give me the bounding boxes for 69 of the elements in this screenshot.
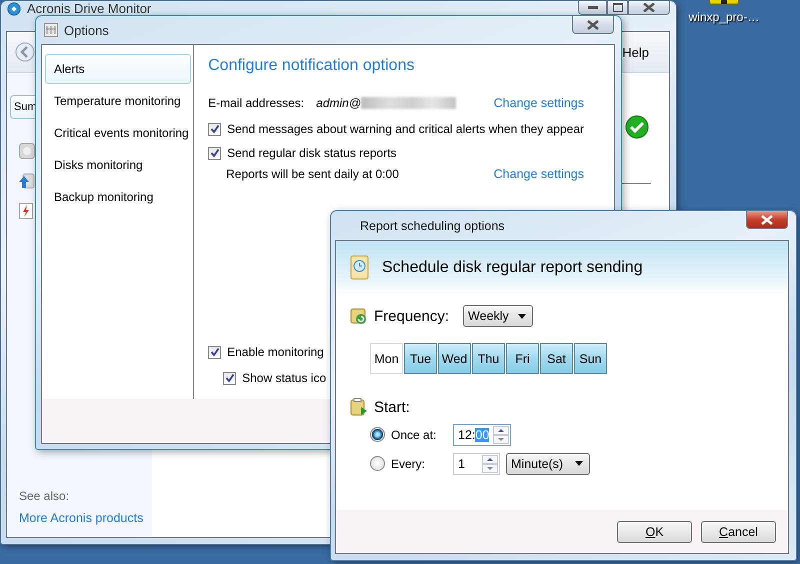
close-button[interactable]: [746, 211, 788, 229]
checkbox-label: Show status ico: [242, 371, 326, 385]
day-toggle[interactable]: Thu: [472, 343, 505, 374]
day-toggle[interactable]: Sat: [540, 343, 573, 374]
maximize-button[interactable]: [607, 1, 628, 15]
spin-buttons[interactable]: [482, 454, 498, 472]
back-button[interactable]: [15, 42, 35, 62]
day-toggle[interactable]: Mon: [370, 343, 403, 374]
minimize-icon: [588, 6, 598, 9]
dialog-title: Report scheduling options: [360, 218, 505, 232]
checkbox[interactable]: [208, 122, 222, 136]
spin-buttons[interactable]: [493, 426, 509, 444]
checkbox[interactable]: [208, 346, 222, 358]
section-heading: Configure notification options: [208, 57, 416, 75]
ok-button[interactable]: OK: [617, 520, 692, 542]
interval-field[interactable]: 1: [453, 452, 500, 474]
radio-button[interactable]: [370, 427, 385, 442]
radio-label: Once at:: [391, 428, 438, 442]
frequency-select[interactable]: Weekly: [463, 305, 534, 327]
close-button[interactable]: [628, 1, 670, 15]
maximize-icon: [612, 3, 622, 12]
dialog-heading: Schedule disk regular report sending: [382, 259, 643, 277]
checkbox-label: Enable monitoring: [227, 345, 324, 359]
start-label: Start:: [374, 398, 410, 416]
check-icon: [625, 115, 649, 139]
clipboard-play-icon: [350, 398, 368, 416]
alert-document-icon[interactable]: [19, 203, 33, 219]
frequency-label: Frequency:: [374, 308, 450, 324]
change-settings-link[interactable]: Change settings: [494, 96, 584, 110]
see-also-label: See also:: [19, 489, 70, 503]
upload-icon[interactable]: [19, 173, 35, 189]
window-title: Acronis Drive Monitor: [27, 1, 152, 16]
caret-icon: [518, 314, 526, 318]
radio-button[interactable]: [370, 456, 385, 471]
time-field[interactable]: 12:00: [453, 424, 511, 446]
close-icon: [761, 214, 773, 224]
category-item[interactable]: Backup monitoring: [45, 182, 192, 212]
email-value: admin@: [316, 96, 362, 110]
minimize-button[interactable]: [578, 1, 607, 15]
dialog-title: Options: [64, 22, 109, 38]
close-icon: [587, 20, 599, 30]
checkbox-label: Send regular disk status reports: [227, 146, 397, 160]
day-toggle[interactable]: Sun: [574, 343, 607, 374]
checkbox-label: Send messages about warning and critical alerts when they appear: [227, 122, 584, 136]
app-icon: [7, 2, 21, 16]
day-toggle[interactable]: Wed: [438, 343, 471, 374]
cancel-button[interactable]: Cancel: [701, 520, 776, 542]
calendar-refresh-icon: [350, 307, 368, 325]
category-item[interactable]: Alerts: [45, 54, 192, 84]
options-icon: [44, 23, 58, 37]
radio-label: Every:: [391, 456, 426, 470]
unit-select[interactable]: Minute(s): [506, 452, 590, 474]
email-label: E-mail addresses:: [208, 96, 304, 110]
schedule-note: Reports will be sent daily at 0:00: [226, 167, 399, 181]
calendar-clock-icon: [350, 255, 370, 281]
checkbox[interactable]: [208, 146, 222, 160]
category-item[interactable]: Disks monitoring: [45, 150, 192, 180]
day-toggle[interactable]: Fri: [506, 343, 539, 374]
category-item[interactable]: Critical events monitoring: [45, 118, 192, 148]
caret-icon: [575, 461, 583, 466]
more-products-link[interactable]: More Acronis products: [19, 511, 152, 525]
day-toggle[interactable]: Tue: [404, 343, 437, 374]
close-button[interactable]: [572, 16, 614, 34]
checkbox[interactable]: [223, 372, 236, 384]
change-settings-link[interactable]: Change settings: [494, 167, 584, 181]
desktop-icon-label[interactable]: winxp_pro-…: [688, 10, 760, 24]
category-item[interactable]: Temperature monitoring: [45, 86, 192, 116]
help-button[interactable]: Help: [618, 42, 653, 62]
close-icon: [643, 3, 655, 12]
